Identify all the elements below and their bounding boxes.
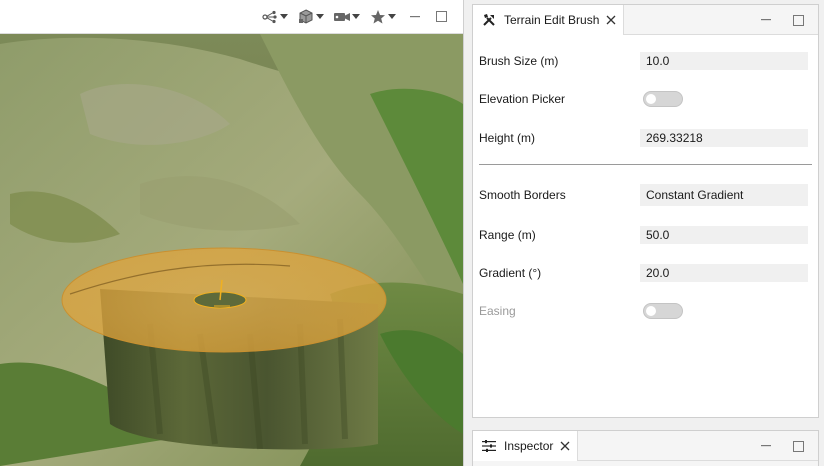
gradient-label: Gradient (°) <box>479 266 542 280</box>
tools-icon <box>481 12 497 28</box>
row-smooth-borders: Smooth Borders Constant Gradient <box>479 184 811 206</box>
inspector-controls <box>742 431 806 461</box>
terrain-scene[interactable] <box>0 34 463 466</box>
row-brush-size: Brush Size (m) 10.0 <box>479 51 811 71</box>
brush-size-field[interactable]: 10.0 <box>640 52 808 70</box>
tab-label: Terrain Edit Brush <box>504 13 600 27</box>
share-nodes-icon <box>261 8 279 26</box>
height-field[interactable]: 269.33218 <box>640 129 808 147</box>
inspector-panel: Inspector <box>472 430 819 466</box>
minimize-icon[interactable] <box>407 9 423 25</box>
tab-terrain-edit-brush[interactable]: Terrain Edit Brush <box>473 5 625 35</box>
favorites-dropdown[interactable] <box>369 8 397 26</box>
brush-size-label: Brush Size (m) <box>479 54 559 68</box>
maximize-icon[interactable] <box>790 12 806 28</box>
panel-header: Terrain Edit Brush <box>473 5 818 35</box>
terrain-edit-brush-panel: Terrain Edit Brush Brush Size (m) 10.0 E… <box>472 4 819 418</box>
range-label: Range (m) <box>479 228 536 242</box>
cube-icon <box>297 8 315 26</box>
easing-toggle[interactable] <box>643 303 683 319</box>
section-divider <box>479 164 812 165</box>
tab-label: Inspector <box>504 439 554 453</box>
star-icon <box>369 8 387 26</box>
maximize-icon[interactable] <box>790 438 806 454</box>
share-nodes-dropdown[interactable] <box>261 8 289 26</box>
camera-dropdown[interactable] <box>333 8 361 26</box>
close-icon[interactable] <box>605 14 617 26</box>
sliders-icon <box>481 438 497 454</box>
smooth-borders-select[interactable]: Constant Gradient <box>640 184 808 206</box>
cube-dropdown[interactable] <box>297 8 325 26</box>
caret-down-icon <box>315 8 325 26</box>
row-elevation-picker: Elevation Picker <box>479 89 811 109</box>
minimize-icon[interactable] <box>758 12 774 28</box>
caret-down-icon <box>279 8 289 26</box>
elevation-picker-toggle[interactable] <box>643 91 683 107</box>
smooth-borders-label: Smooth Borders <box>479 188 566 202</box>
row-height: Height (m) 269.33218 <box>479 128 811 148</box>
viewport-panel <box>0 0 464 466</box>
viewport-toolbar <box>0 0 463 34</box>
inspector-header: Inspector <box>473 431 818 461</box>
maximize-icon[interactable] <box>433 9 449 25</box>
elevation-picker-label: Elevation Picker <box>479 92 566 106</box>
height-label: Height (m) <box>479 131 536 145</box>
gradient-field[interactable]: 20.0 <box>640 264 808 282</box>
range-field[interactable]: 50.0 <box>640 226 808 244</box>
caret-down-icon <box>351 8 361 26</box>
minimize-icon[interactable] <box>758 438 774 454</box>
row-easing: Easing <box>479 301 811 321</box>
row-range: Range (m) 50.0 <box>479 225 811 245</box>
tab-inspector[interactable]: Inspector <box>473 431 579 461</box>
panel-controls <box>742 5 806 35</box>
camera-icon <box>333 8 351 26</box>
caret-down-icon <box>387 8 397 26</box>
row-gradient: Gradient (°) 20.0 <box>479 263 811 283</box>
close-icon[interactable] <box>559 440 571 452</box>
easing-label: Easing <box>479 304 516 318</box>
